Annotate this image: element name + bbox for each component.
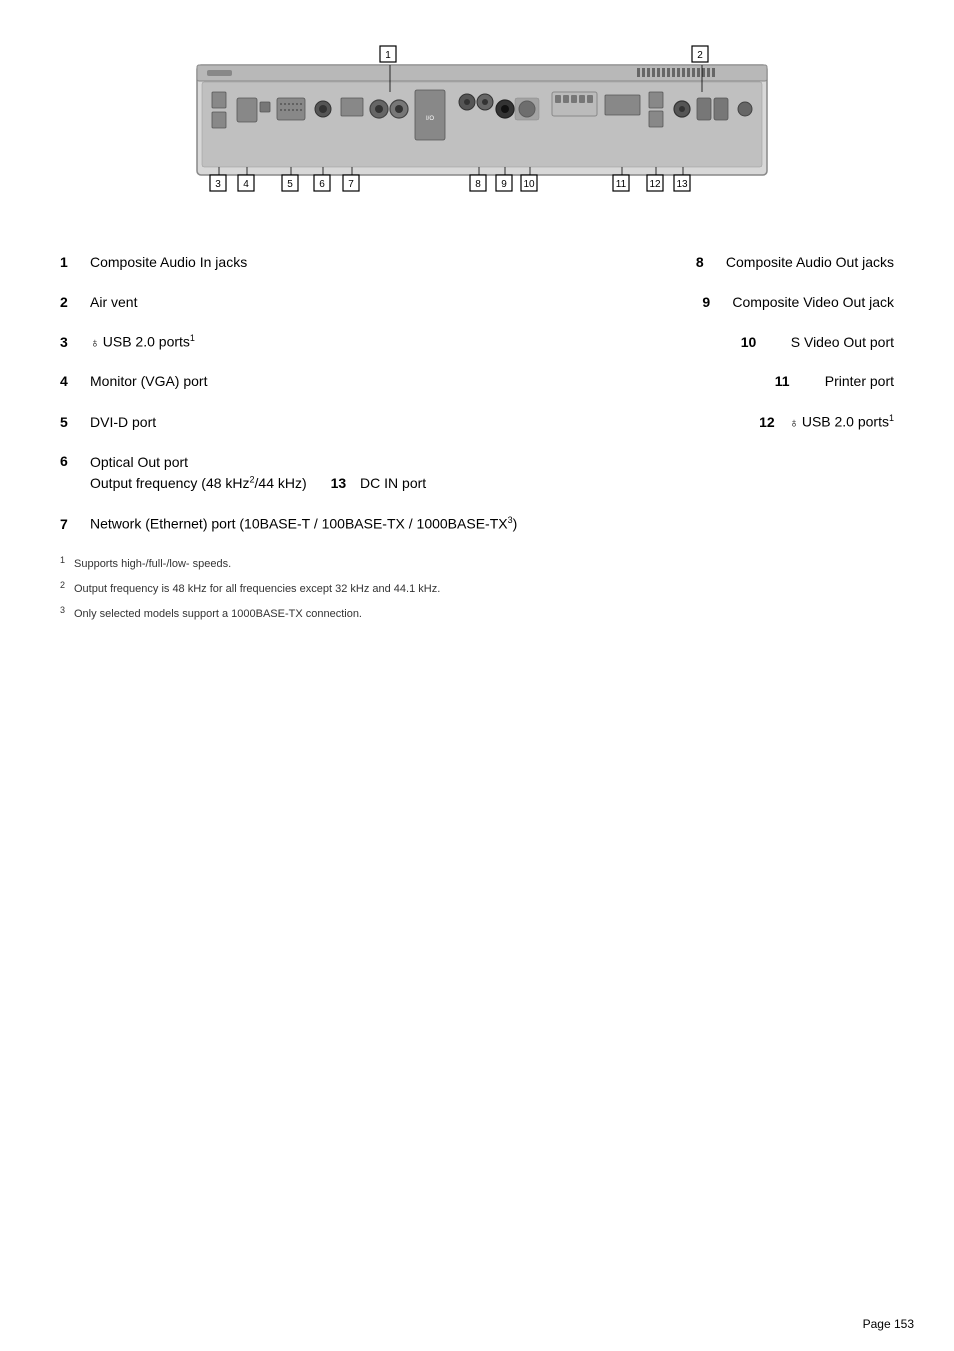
- label-row-5: 5 DVI-D port 12 ♁USB 2.0 ports1: [60, 412, 894, 432]
- label-text-6: Optical Out port Output frequency (48 kH…: [90, 452, 894, 494]
- label-num-5: 5: [60, 413, 90, 433]
- footnote-2: 2 Output frequency is 48 kHz for all fre…: [60, 580, 894, 595]
- svg-text:I/O: I/O: [426, 116, 434, 122]
- label-text-1: Composite Audio In jacks: [90, 253, 656, 273]
- footnote-text-2: Output frequency is 48 kHz for all frequ…: [74, 583, 440, 595]
- label-num-7: 7: [60, 515, 90, 535]
- label-num-1: 1: [60, 253, 90, 273]
- usb-icon-12: ♁: [789, 415, 799, 430]
- svg-text:6: 6: [319, 179, 325, 190]
- footnote-text-3: Only selected models support a 1000BASE-…: [74, 608, 362, 620]
- svg-text:1: 1: [385, 50, 391, 61]
- label-col2-text-5: ♁USB 2.0 ports1: [789, 412, 894, 432]
- svg-text:10: 10: [523, 179, 535, 190]
- label-col2-text-2: Composite Video Out jack: [732, 293, 894, 313]
- label-text-5: DVI-D port: [90, 413, 719, 433]
- footnote-1: 1 Supports high-/full-/low- speeds.: [60, 555, 894, 570]
- label-col2-text-6: DC IN port: [360, 475, 426, 491]
- label-col2-num-4: 11: [775, 372, 825, 392]
- label-row-3: 3 ♁USB 2.0 ports1 10 S Video Out port: [60, 332, 894, 352]
- label-text-7: Network (Ethernet) port (10BASE-T / 100B…: [90, 514, 894, 534]
- label-row-1: 1 Composite Audio In jacks 8 Composite A…: [60, 253, 894, 273]
- svg-text:2: 2: [697, 50, 703, 61]
- svg-text:3: 3: [215, 179, 221, 190]
- svg-text:13: 13: [676, 179, 688, 190]
- labels-section: 1 Composite Audio In jacks 8 Composite A…: [40, 253, 914, 535]
- label-col2-num-3: 10: [741, 333, 791, 353]
- label-row-4: 4 Monitor (VGA) port 11 Printer port: [60, 372, 894, 392]
- label-col2-text-1: Composite Audio Out jacks: [726, 253, 894, 273]
- svg-text:12: 12: [649, 179, 661, 190]
- footnote-3: 3 Only selected models support a 1000BAS…: [60, 605, 894, 620]
- footnote-text-1: Supports high-/full-/low- speeds.: [74, 558, 231, 570]
- label-text-3: ♁USB 2.0 ports1: [90, 332, 701, 352]
- label-num-6: 6: [60, 452, 90, 472]
- footnotes-section: 1 Supports high-/full-/low- speeds. 2 Ou…: [40, 555, 914, 620]
- label-num-2: 2: [60, 293, 90, 313]
- label-num-3: 3: [60, 333, 90, 353]
- label-text-4: Monitor (VGA) port: [90, 372, 755, 392]
- svg-text:4: 4: [243, 179, 249, 190]
- page-number: Page 153: [863, 1317, 914, 1331]
- label-col2-text-4: Printer port: [825, 372, 894, 392]
- label-row-2: 2 Air vent 9 Composite Video Out jack: [60, 293, 894, 313]
- label-col2-num-1: 8: [696, 253, 726, 273]
- svg-text:11: 11: [616, 179, 627, 190]
- label-col2-num-2: 9: [702, 293, 732, 313]
- label-row-6: 6 Optical Out port Output frequency (48 …: [60, 452, 894, 494]
- svg-text:5: 5: [287, 179, 293, 190]
- label-num-4: 4: [60, 372, 90, 392]
- label-col2-num-5: 12: [759, 413, 789, 433]
- svg-text:7: 7: [348, 179, 354, 190]
- svg-text:9: 9: [501, 179, 507, 190]
- hardware-diagram: I/O: [147, 30, 807, 233]
- footnote-num-3: 3: [60, 605, 74, 619]
- usb-icon-3: ♁: [90, 335, 100, 350]
- svg-text:8: 8: [475, 179, 481, 190]
- footnote-num-2: 2: [60, 580, 74, 594]
- label-col2-text-3: S Video Out port: [791, 333, 894, 353]
- footnote-num-1: 1: [60, 555, 74, 569]
- label-row-7: 7 Network (Ethernet) port (10BASE-T / 10…: [60, 514, 894, 534]
- label-text-2: Air vent: [90, 293, 682, 313]
